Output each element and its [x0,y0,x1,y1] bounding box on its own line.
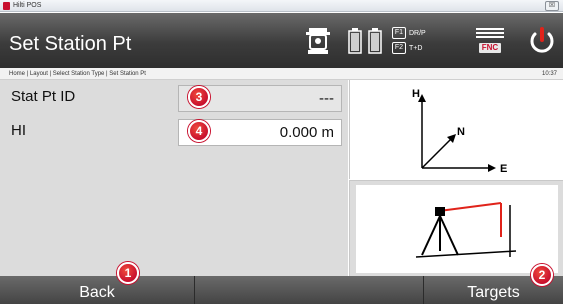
fnc-label: FNC [478,43,502,53]
tripod-icon [415,202,517,258]
window-close-button[interactable]: ☒ [545,1,559,11]
callout-badge: 3 [188,86,210,108]
fnc-icon[interactable]: FNC [472,13,508,68]
station-diagram-panel [349,180,563,276]
station-diagram-frame [356,185,558,273]
window-title: Hilti POS [13,2,42,9]
clock: 10:37 [541,71,557,77]
callout-badge: 4 [188,120,210,142]
instrument-icon[interactable] [300,13,336,68]
fkey-row-f1[interactable]: F1 DR/P [392,27,426,39]
power-icon[interactable] [524,13,560,68]
f2-key-label: T+D [409,44,423,52]
callout-badge: 2 [531,264,553,286]
axis-n-label: N [457,126,465,138]
page-title: Set Station Pt [9,33,132,55]
function-keys[interactable]: F1 DR/P F2 T+D [392,13,446,68]
fnc-slider-line [476,36,504,38]
f2-key[interactable]: F2 [392,42,406,54]
hi-label: HI [11,122,26,139]
f1-key-label: DR/P [409,29,426,37]
callout-badge: 1 [117,262,139,284]
f1-key[interactable]: F1 [392,27,406,39]
battery-icon[interactable] [345,13,385,68]
app-header: Set Station Pt F1 DR/P F2 T+D FNC [0,13,563,68]
breadcrumb[interactable]: Home | Layout | Select Station Type | Se… [9,69,146,79]
fnc-slider-line [476,28,504,30]
window-title-bar: Hilti POS ☒ [0,0,563,12]
axis-h-label: H [412,88,420,100]
breadcrumb-bar: Home | Layout | Select Station Type | Se… [0,68,563,80]
stat-pt-id-label: Stat Pt ID [11,88,76,105]
back-button[interactable]: Back [0,276,195,304]
app-logo-icon [3,2,10,10]
main-form: Stat Pt ID --- HI 0.000 m [0,80,348,276]
axis-e-label: E [500,163,507,175]
axes-diagram-panel: H N E [349,80,563,179]
app-window: Hilti POS ☒ Set Station Pt F1 DR/P F2 T+… [0,0,563,304]
fkey-row-f2[interactable]: F2 T+D [392,42,422,54]
axes-diagram: H N E [412,88,507,175]
fnc-slider-line [476,32,504,34]
softkey-bar: Back Targets [0,276,563,304]
